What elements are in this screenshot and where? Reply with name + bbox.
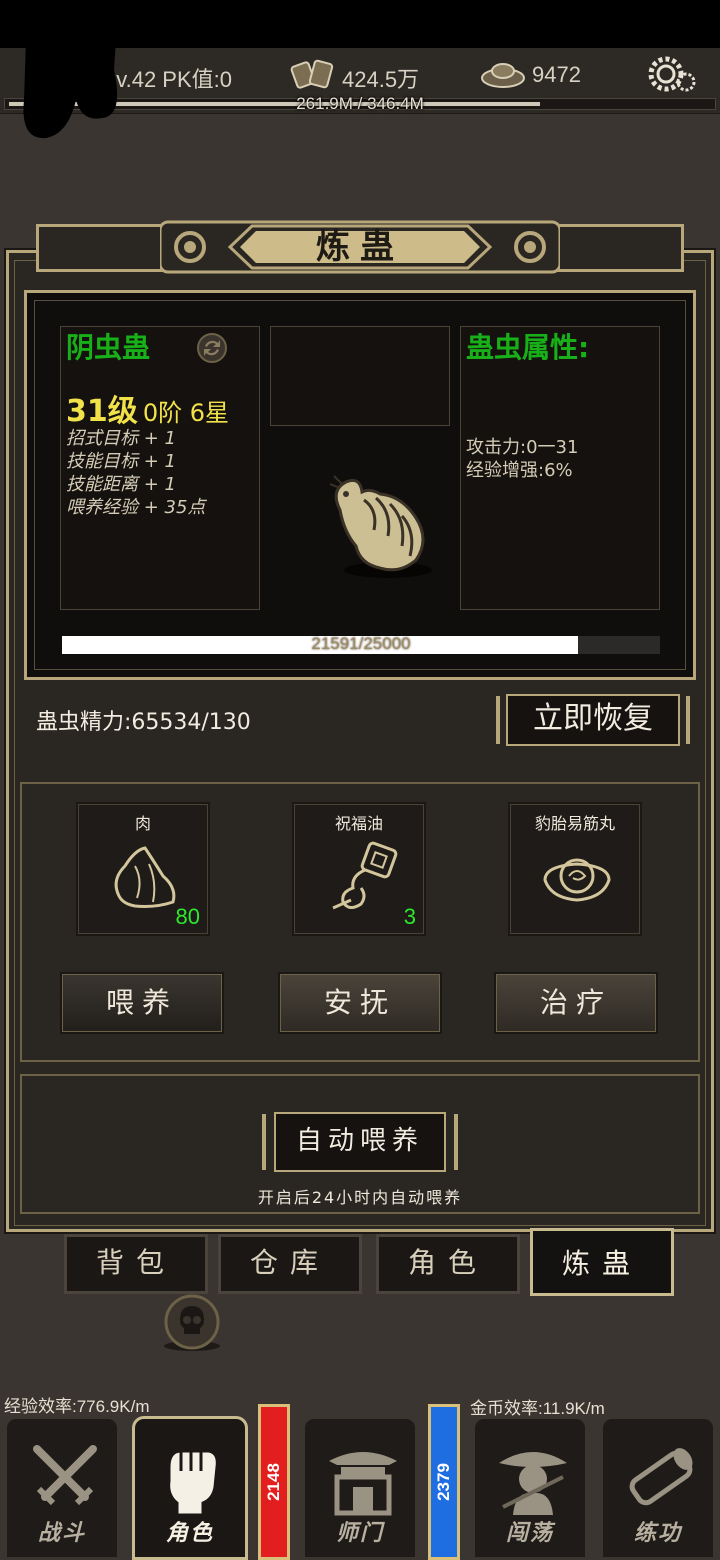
swordsman-hat-icon xyxy=(499,1452,567,1515)
panel-title: 炼蛊 xyxy=(316,227,404,267)
nav-label: 练功 xyxy=(633,1520,682,1546)
red-gauge-value: 2148 xyxy=(264,1463,283,1501)
red-gauge: 2148 xyxy=(258,1404,290,1560)
item-count: 3 xyxy=(403,904,416,929)
item-name: 肉 xyxy=(134,814,151,833)
nav-label: 师门 xyxy=(335,1520,384,1546)
item-slot-leopard-pill[interactable]: 豹胎易筋丸 xyxy=(508,802,642,936)
pill-bowl-icon xyxy=(543,858,611,902)
tab-backpack[interactable]: 背包 xyxy=(64,1234,208,1294)
auto-button-post-right xyxy=(452,1112,460,1172)
gu-stage: 0阶 6星 xyxy=(142,399,230,427)
gu-exp-text: 21591/25000 xyxy=(311,634,411,653)
restore-button-post-right xyxy=(684,694,692,746)
blue-gauge-value: 2379 xyxy=(434,1463,453,1501)
silver-ingot-icon xyxy=(290,59,334,89)
feed-button[interactable]: 喂养 xyxy=(60,972,224,1034)
avatar-redaction xyxy=(23,40,118,139)
exp-rate-text: 经验效率:776.9K/m xyxy=(4,1397,150,1416)
crossed-swords-icon xyxy=(33,1445,97,1506)
gold-amount: 9472 xyxy=(532,62,581,87)
skull-coin-icon[interactable] xyxy=(162,1294,222,1352)
silver-amount: 424.5万 xyxy=(342,67,420,92)
auto-feed-hint: 开启后24小时内自动喂养 xyxy=(257,1188,463,1207)
auto-feed-button[interactable]: 自动喂养 xyxy=(274,1112,446,1172)
nav-adventure[interactable]: 闯荡 xyxy=(472,1416,588,1560)
temple-gate-icon xyxy=(329,1452,397,1516)
item-count: 80 xyxy=(175,904,200,929)
meat-icon xyxy=(114,846,176,908)
nav-label: 闯荡 xyxy=(505,1520,554,1546)
banner-right-cap xyxy=(554,224,684,272)
item-name: 豹胎易筋丸 xyxy=(534,814,615,833)
item-slot-meat[interactable]: 肉 80 xyxy=(76,802,210,936)
gu-energy-label: 蛊虫精力:65534/130 xyxy=(36,710,251,735)
restore-now-button[interactable]: 立即恢复 xyxy=(506,694,680,746)
blue-gauge: 2379 xyxy=(428,1404,460,1560)
auto-button-post-left xyxy=(260,1112,268,1172)
gold-ingot-icon xyxy=(481,63,525,88)
settings-gear-icon[interactable] xyxy=(646,54,696,94)
nav-character[interactable]: 角色 xyxy=(132,1416,248,1560)
nav-training[interactable]: 练功 xyxy=(600,1416,716,1560)
fist-icon xyxy=(167,1449,219,1517)
scroll-icon xyxy=(629,1448,693,1506)
nav-battle[interactable]: 战斗 xyxy=(4,1416,120,1560)
gu-worm-image xyxy=(329,475,432,578)
gu-name: 阴虫蛊 xyxy=(66,331,151,364)
heal-button[interactable]: 治疗 xyxy=(494,972,658,1034)
tab-refine-gu[interactable]: 炼蛊 xyxy=(530,1228,674,1296)
refresh-icon[interactable] xyxy=(196,332,228,364)
nav-label: 角色 xyxy=(165,1520,214,1546)
tab-character[interactable]: 角色 xyxy=(376,1234,520,1294)
gu-bonus-line: 喂养经验 + 35点 xyxy=(66,497,206,518)
nav-label: 战斗 xyxy=(37,1520,86,1546)
oil-gourd-icon xyxy=(332,841,398,910)
item-slot-blessing-oil[interactable]: 祝福油 3 xyxy=(292,802,426,936)
nav-sect[interactable]: 师门 xyxy=(302,1416,418,1560)
restore-button-post-left xyxy=(494,694,502,746)
tab-warehouse[interactable]: 仓库 xyxy=(218,1234,362,1294)
soothe-button[interactable]: 安抚 xyxy=(278,972,442,1034)
banner-left-cap xyxy=(36,224,166,272)
gu-attr-line: 经验增强:6% xyxy=(466,460,573,481)
item-name: 祝福油 xyxy=(334,814,383,833)
gu-slot-box xyxy=(270,326,450,426)
gu-attr-title: 蛊虫属性: xyxy=(466,331,590,364)
